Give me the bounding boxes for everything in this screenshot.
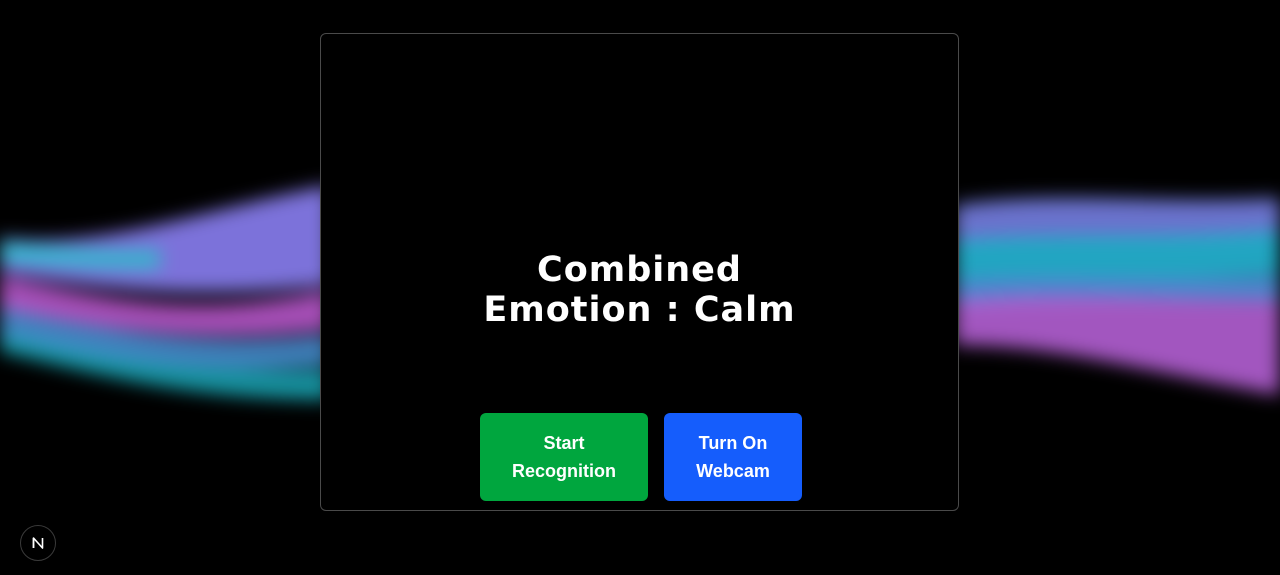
start-recognition-label: Start Recognition	[512, 429, 616, 485]
recognition-panel: Combined Emotion : Calm Start Recognitio…	[320, 33, 959, 511]
wave-right-pink	[955, 295, 1280, 395]
heading-line-2: Emotion : Calm	[483, 290, 796, 330]
next-logo-icon[interactable]	[20, 525, 56, 561]
webcam-label-line-1: Turn On	[698, 433, 768, 453]
start-label-line-2: Recognition	[512, 461, 616, 481]
wave-left-violet	[0, 185, 330, 293]
combined-emotion-heading: Combined Emotion : Calm	[321, 250, 958, 330]
wave-right-teal	[955, 230, 1280, 280]
start-label-line-1: Start	[543, 433, 585, 453]
start-recognition-button[interactable]: Start Recognition	[480, 413, 648, 501]
n-glyph-icon	[32, 537, 44, 549]
webcam-label-line-2: Webcam	[696, 461, 770, 481]
turn-on-webcam-button[interactable]: Turn On Webcam	[664, 413, 802, 501]
heading-line-1: Combined	[537, 250, 742, 290]
app-root: Combined Emotion : Calm Start Recognitio…	[0, 0, 1280, 575]
turn-on-webcam-label: Turn On Webcam	[696, 429, 770, 485]
